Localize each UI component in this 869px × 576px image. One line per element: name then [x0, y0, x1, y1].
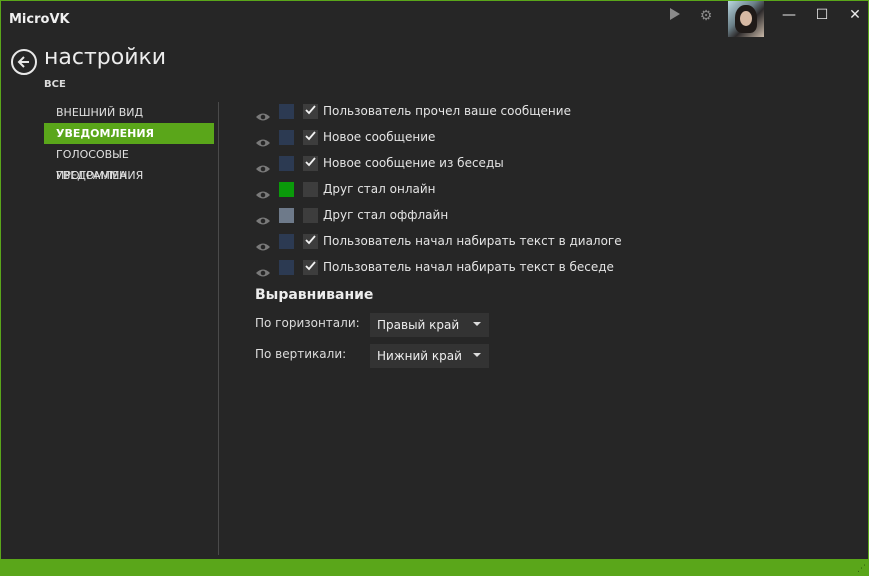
- app-window: MicroVK ⚙ — ☐ ✕ настройки ВСЕ ВНЕШНИЙ ВИ…: [0, 0, 869, 576]
- status-bar: ⋰: [1, 559, 868, 575]
- color-swatch[interactable]: [279, 130, 294, 145]
- avatar[interactable]: [728, 1, 764, 37]
- vertical-select[interactable]: Нижний край: [370, 344, 489, 368]
- horizontal-select-value: Правый край: [377, 318, 460, 332]
- eye-icon[interactable]: [255, 159, 271, 173]
- alignment-title: Выравнивание: [255, 287, 374, 303]
- chevron-down-icon: [473, 322, 481, 326]
- notification-checkbox[interactable]: [303, 182, 318, 197]
- notification-checkbox[interactable]: [303, 104, 318, 119]
- horizontal-label: По горизонтали:: [255, 316, 360, 330]
- color-swatch[interactable]: [279, 104, 294, 119]
- eye-icon[interactable]: [255, 185, 271, 199]
- notification-checkbox[interactable]: [303, 156, 318, 171]
- maximize-button[interactable]: ☐: [809, 5, 835, 25]
- notification-label: Друг стал онлайн: [323, 182, 436, 196]
- gear-icon[interactable]: ⚙: [695, 7, 717, 25]
- back-button[interactable]: [11, 49, 37, 75]
- color-swatch[interactable]: [279, 234, 294, 249]
- close-button[interactable]: ✕: [842, 5, 868, 25]
- nav-item-appearance[interactable]: ВНЕШНИЙ ВИД: [44, 102, 214, 123]
- settings-nav: ВНЕШНИЙ ВИД УВЕДОМЛЕНИЯ ГОЛОСОВЫЕ УВЕДОМ…: [44, 102, 214, 186]
- vertical-label: По вертикали:: [255, 347, 347, 361]
- notification-checkbox[interactable]: [303, 208, 318, 223]
- vertical-select-value: Нижний край: [377, 349, 462, 363]
- notification-checkbox[interactable]: [303, 130, 318, 145]
- notification-label: Друг стал оффлайн: [323, 208, 449, 222]
- nav-item-voice-notifications[interactable]: ГОЛОСОВЫЕ УВЕДОМЛЕНИЯ: [44, 144, 214, 182]
- notification-checkbox[interactable]: [303, 260, 318, 275]
- notification-label: Пользователь прочел ваше сообщение: [323, 104, 571, 118]
- eye-icon[interactable]: [255, 237, 271, 251]
- checkmark-icon: [305, 105, 316, 115]
- color-swatch[interactable]: [279, 260, 294, 275]
- notification-label: Новое сообщение из беседы: [323, 156, 504, 170]
- horizontal-select[interactable]: Правый край: [370, 313, 489, 337]
- page-title: настройки: [44, 45, 167, 70]
- notification-label: Пользователь начал набирать текст в диал…: [323, 234, 622, 248]
- eye-icon[interactable]: [255, 211, 271, 225]
- color-swatch[interactable]: [279, 182, 294, 197]
- notification-label: Пользователь начал набирать текст в бесе…: [323, 260, 614, 274]
- checkmark-icon: [305, 157, 316, 167]
- eye-icon[interactable]: [255, 107, 271, 121]
- checkmark-icon: [305, 235, 316, 245]
- app-title: MicroVK: [9, 12, 70, 27]
- vertical-divider: [218, 102, 219, 555]
- breadcrumb[interactable]: ВСЕ: [44, 79, 66, 90]
- eye-icon[interactable]: [255, 263, 271, 277]
- title-bar[interactable]: MicroVK ⚙ — ☐ ✕: [1, 1, 868, 37]
- notification-checkbox[interactable]: [303, 234, 318, 249]
- chevron-down-icon: [473, 353, 481, 357]
- eye-icon[interactable]: [255, 133, 271, 147]
- color-swatch[interactable]: [279, 156, 294, 171]
- resize-grip-icon[interactable]: ⋰: [857, 564, 866, 574]
- minimize-button[interactable]: —: [776, 5, 802, 25]
- notification-label: Новое сообщение: [323, 130, 436, 144]
- avatar-face: [740, 11, 752, 26]
- checkmark-icon: [305, 261, 316, 271]
- play-icon[interactable]: [664, 7, 686, 25]
- nav-item-notifications[interactable]: УВЕДОМЛЕНИЯ: [44, 123, 214, 144]
- checkmark-icon: [305, 131, 316, 141]
- arrow-left-icon: [17, 56, 29, 68]
- color-swatch[interactable]: [279, 208, 294, 223]
